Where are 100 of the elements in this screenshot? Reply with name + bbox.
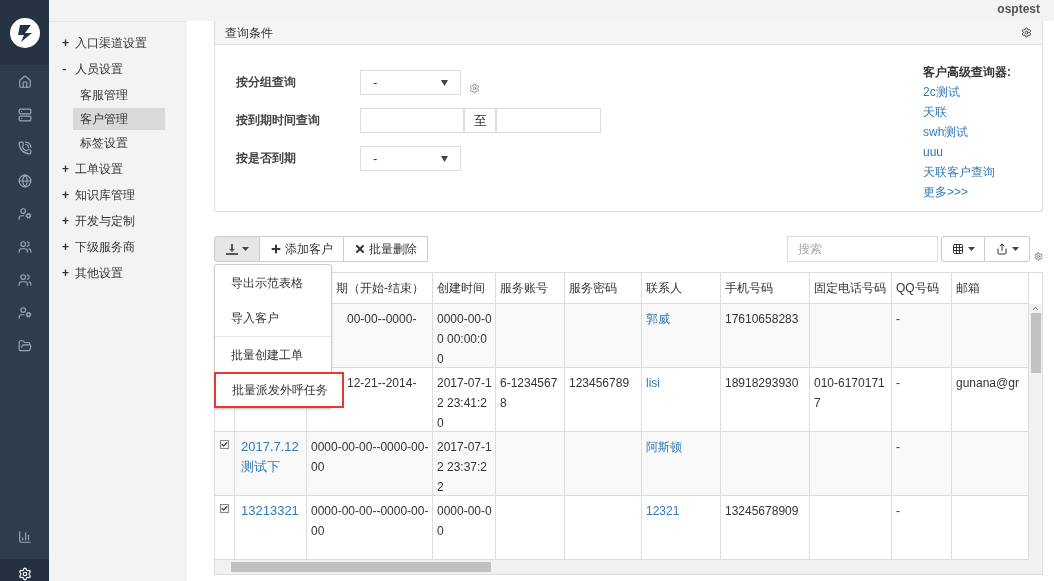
- row-checkbox[interactable]: [220, 440, 229, 449]
- table-cell: -: [896, 504, 900, 518]
- search-field[interactable]: 搜索: [787, 236, 938, 262]
- table-cell: 12-21--2014-: [347, 376, 417, 390]
- table-cell: 6-12345678: [500, 376, 558, 410]
- dropdown-item[interactable]: 批量派发外呼任务: [214, 372, 344, 408]
- vertical-scrollbar[interactable]: [1029, 304, 1042, 560]
- user-name[interactable]: osptest: [997, 0, 1040, 18]
- globe-icon[interactable]: [17, 174, 32, 188]
- settings-icon: [17, 567, 32, 581]
- share-icon: [995, 243, 1008, 255]
- table-cell: 0000-00-00: [437, 504, 492, 538]
- query-link[interactable]: 更多>>>: [923, 182, 1042, 202]
- menu-group[interactable]: + 下级服务商: [49, 234, 187, 260]
- menu-group[interactable]: + 其他设置: [49, 260, 187, 286]
- table-cell: -: [896, 312, 900, 326]
- field-label: 按是否到期: [236, 150, 297, 167]
- menu-group[interactable]: + 开发与定制: [49, 208, 187, 234]
- table-cell: 0000-00-00 00:00:00: [437, 312, 492, 366]
- caret-icon: [1011, 247, 1019, 251]
- column-header[interactable]: 服务账号: [496, 273, 565, 303]
- select-field[interactable]: -: [360, 146, 461, 171]
- menu-item[interactable]: 客户管理: [73, 108, 165, 130]
- contact-link[interactable]: 12321: [646, 504, 680, 518]
- select-field[interactable]: -: [360, 70, 461, 95]
- group-icon[interactable]: [17, 273, 32, 287]
- date-field[interactable]: [360, 108, 464, 133]
- delete-button[interactable]: 批量删除: [344, 236, 428, 262]
- query-link[interactable]: uuu: [923, 142, 1042, 162]
- menu-label: 下级服务商: [75, 239, 135, 256]
- date-field[interactable]: [496, 108, 601, 133]
- customer-link[interactable]: 2017.7.12测试下: [241, 437, 300, 477]
- caret-icon: [441, 79, 448, 86]
- menu-group[interactable]: - 人员设置: [49, 56, 187, 82]
- import-export-button[interactable]: [214, 236, 260, 262]
- column-header[interactable]: 邮箱: [952, 273, 1029, 303]
- table-cell: -: [896, 376, 900, 390]
- close-icon: [354, 243, 366, 255]
- dropdown-item[interactable]: 批量创建工单: [215, 336, 331, 373]
- contact-link[interactable]: 郭威: [646, 312, 670, 326]
- expand-marker: +: [62, 239, 70, 256]
- column-header[interactable]: 期（开始-结束）: [307, 273, 433, 303]
- scroll-thumb[interactable]: [231, 562, 491, 572]
- logo-icon: [8, 16, 41, 49]
- query-link[interactable]: 2c测试: [923, 82, 1042, 102]
- server-icon[interactable]: [17, 108, 32, 122]
- user-settings-icon[interactable]: [17, 306, 32, 320]
- column-header[interactable]: 服务密码: [565, 273, 642, 303]
- horizontal-scrollbar[interactable]: [215, 560, 1042, 574]
- phone-icon[interactable]: [17, 141, 32, 155]
- column-header[interactable]: 固定电话号码: [810, 273, 892, 303]
- range-separator: 至: [464, 108, 496, 133]
- chart-icon[interactable]: [17, 530, 32, 544]
- menu-group[interactable]: + 工单设置: [49, 156, 187, 182]
- advanced-query-title: 客户高级查询器:: [923, 64, 1012, 81]
- menu-group[interactable]: + 知识库管理: [49, 182, 187, 208]
- menu-label: 入口渠道设置: [75, 35, 147, 52]
- panel-title: 查询条件: [225, 24, 273, 42]
- user-gear-icon[interactable]: [17, 207, 32, 221]
- table-cell: 0000-00-00--0000-00-00: [311, 504, 429, 538]
- menu-label: 工单设置: [75, 161, 123, 178]
- settings-icon[interactable]: [469, 83, 480, 94]
- folder-icon[interactable]: [17, 339, 32, 353]
- column-header[interactable]: 联系人: [642, 273, 721, 303]
- query-link[interactable]: 天联: [923, 102, 1042, 122]
- users-icon[interactable]: [17, 240, 32, 254]
- add-button[interactable]: 添加客户: [260, 236, 344, 262]
- column-header[interactable]: 手机号码: [721, 273, 810, 303]
- query-link[interactable]: swh测试: [923, 122, 1042, 142]
- row-checkbox[interactable]: [220, 504, 229, 513]
- settings-tab[interactable]: [0, 559, 49, 581]
- table-cell: 123456789: [569, 376, 630, 390]
- caret-icon: [441, 155, 448, 162]
- menu-item[interactable]: 客服管理: [73, 84, 165, 106]
- dropdown-item[interactable]: 导入客户: [215, 300, 331, 336]
- table-cell: 2017-07-12 23:37:22: [437, 440, 492, 494]
- customer-link[interactable]: 13213321: [241, 501, 300, 521]
- settings-icon[interactable]: [1034, 251, 1043, 261]
- expand-marker: +: [62, 35, 70, 52]
- column-header[interactable]: QQ号码: [892, 273, 952, 303]
- expand-marker: +: [62, 187, 70, 204]
- table-cell: gunana@gr: [956, 376, 1019, 390]
- contact-link[interactable]: 阿斯顿: [646, 440, 682, 454]
- home-icon[interactable]: [17, 75, 32, 89]
- menu-label: 开发与定制: [75, 213, 135, 230]
- menu-group[interactable]: + 入口渠道设置: [49, 30, 187, 56]
- scroll-thumb[interactable]: [1030, 313, 1041, 373]
- columns-button[interactable]: [941, 236, 985, 262]
- table-cell: 00-00--0000-: [347, 312, 417, 326]
- settings-icon[interactable]: [1021, 27, 1032, 38]
- table-cell: -: [896, 440, 900, 454]
- grid-icon: [951, 243, 964, 255]
- contact-link[interactable]: lisi: [646, 376, 660, 390]
- table-cell: 17610658283: [725, 312, 799, 326]
- menu-label: 其他设置: [75, 265, 123, 282]
- column-header[interactable]: 创建时间: [433, 273, 496, 303]
- query-link[interactable]: 天联客户查询: [923, 162, 1042, 182]
- menu-item[interactable]: 标签设置: [73, 132, 165, 154]
- field-label: 按分组查询: [236, 74, 297, 91]
- table-cell: 13245678909: [725, 504, 799, 518]
